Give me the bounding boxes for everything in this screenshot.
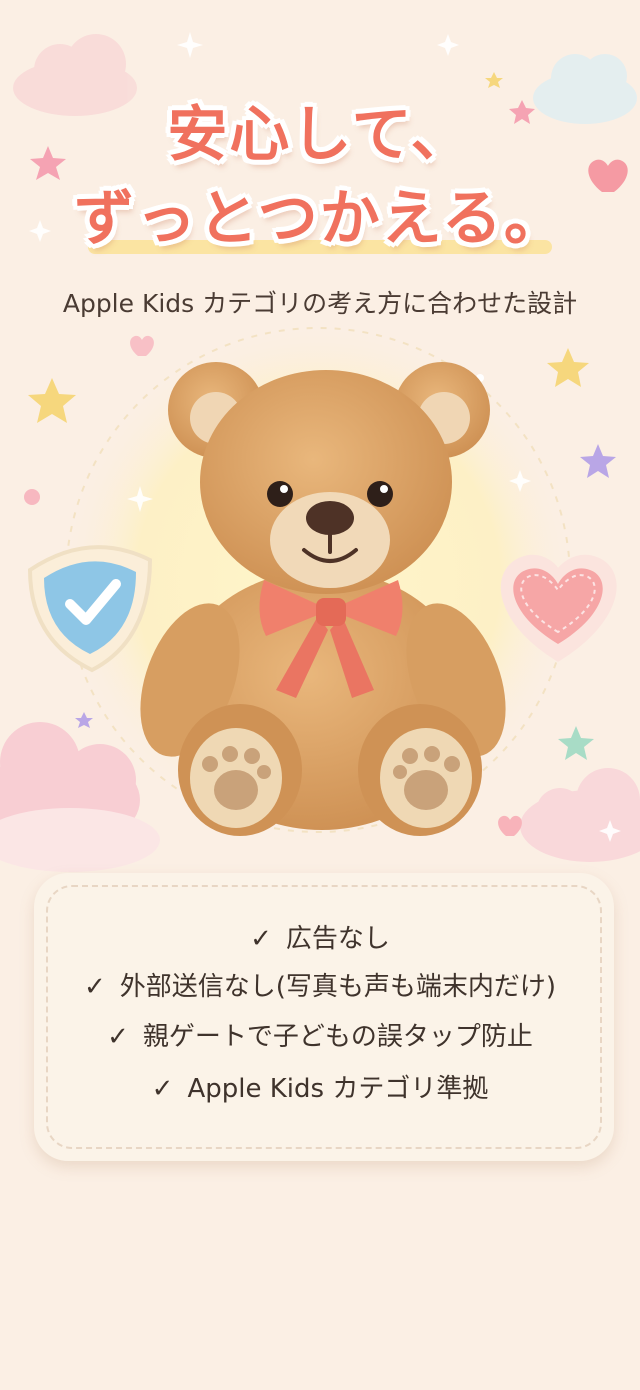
heart-icon [498,815,522,836]
check-icon: ✓ [83,972,106,1002]
star-icon [28,378,76,423]
feature-item-no-external-transmission: ✓ 外部送信なし(写真も声も端末内だけ) [0,966,640,1003]
star-icon [75,712,93,728]
check-icon: ✓ [151,1074,174,1104]
star-icon [580,444,616,478]
star-icon [558,726,594,760]
star-icon [547,348,589,387]
feature-label: 外部送信なし(写真も声も端末内だけ) [119,972,557,1002]
feature-label: 親ゲートで子どもの誤タップ防止 [142,1022,533,1052]
feature-item-parental-gate: ✓ 親ゲートで子どもの誤タップ防止 [0,1016,640,1053]
subtitle: Apple Kids カテゴリの考え方に合わせた設計 [62,289,578,318]
headline-line-1: 安心して、 [167,100,473,170]
heart-icon [130,335,154,356]
headline-line-2: ずっとつかえる。 [74,184,566,254]
feature-label: 広告なし [285,924,390,954]
feature-item-no-ads: ✓ 広告なし [0,918,640,955]
cloud-icon [520,768,640,862]
feature-item-kids-category: ✓ Apple Kids カテゴリ準拠 [0,1068,640,1105]
feature-label: Apple Kids カテゴリ準拠 [187,1074,489,1104]
check-icon: ✓ [250,924,272,954]
check-icon: ✓ [107,1022,129,1052]
